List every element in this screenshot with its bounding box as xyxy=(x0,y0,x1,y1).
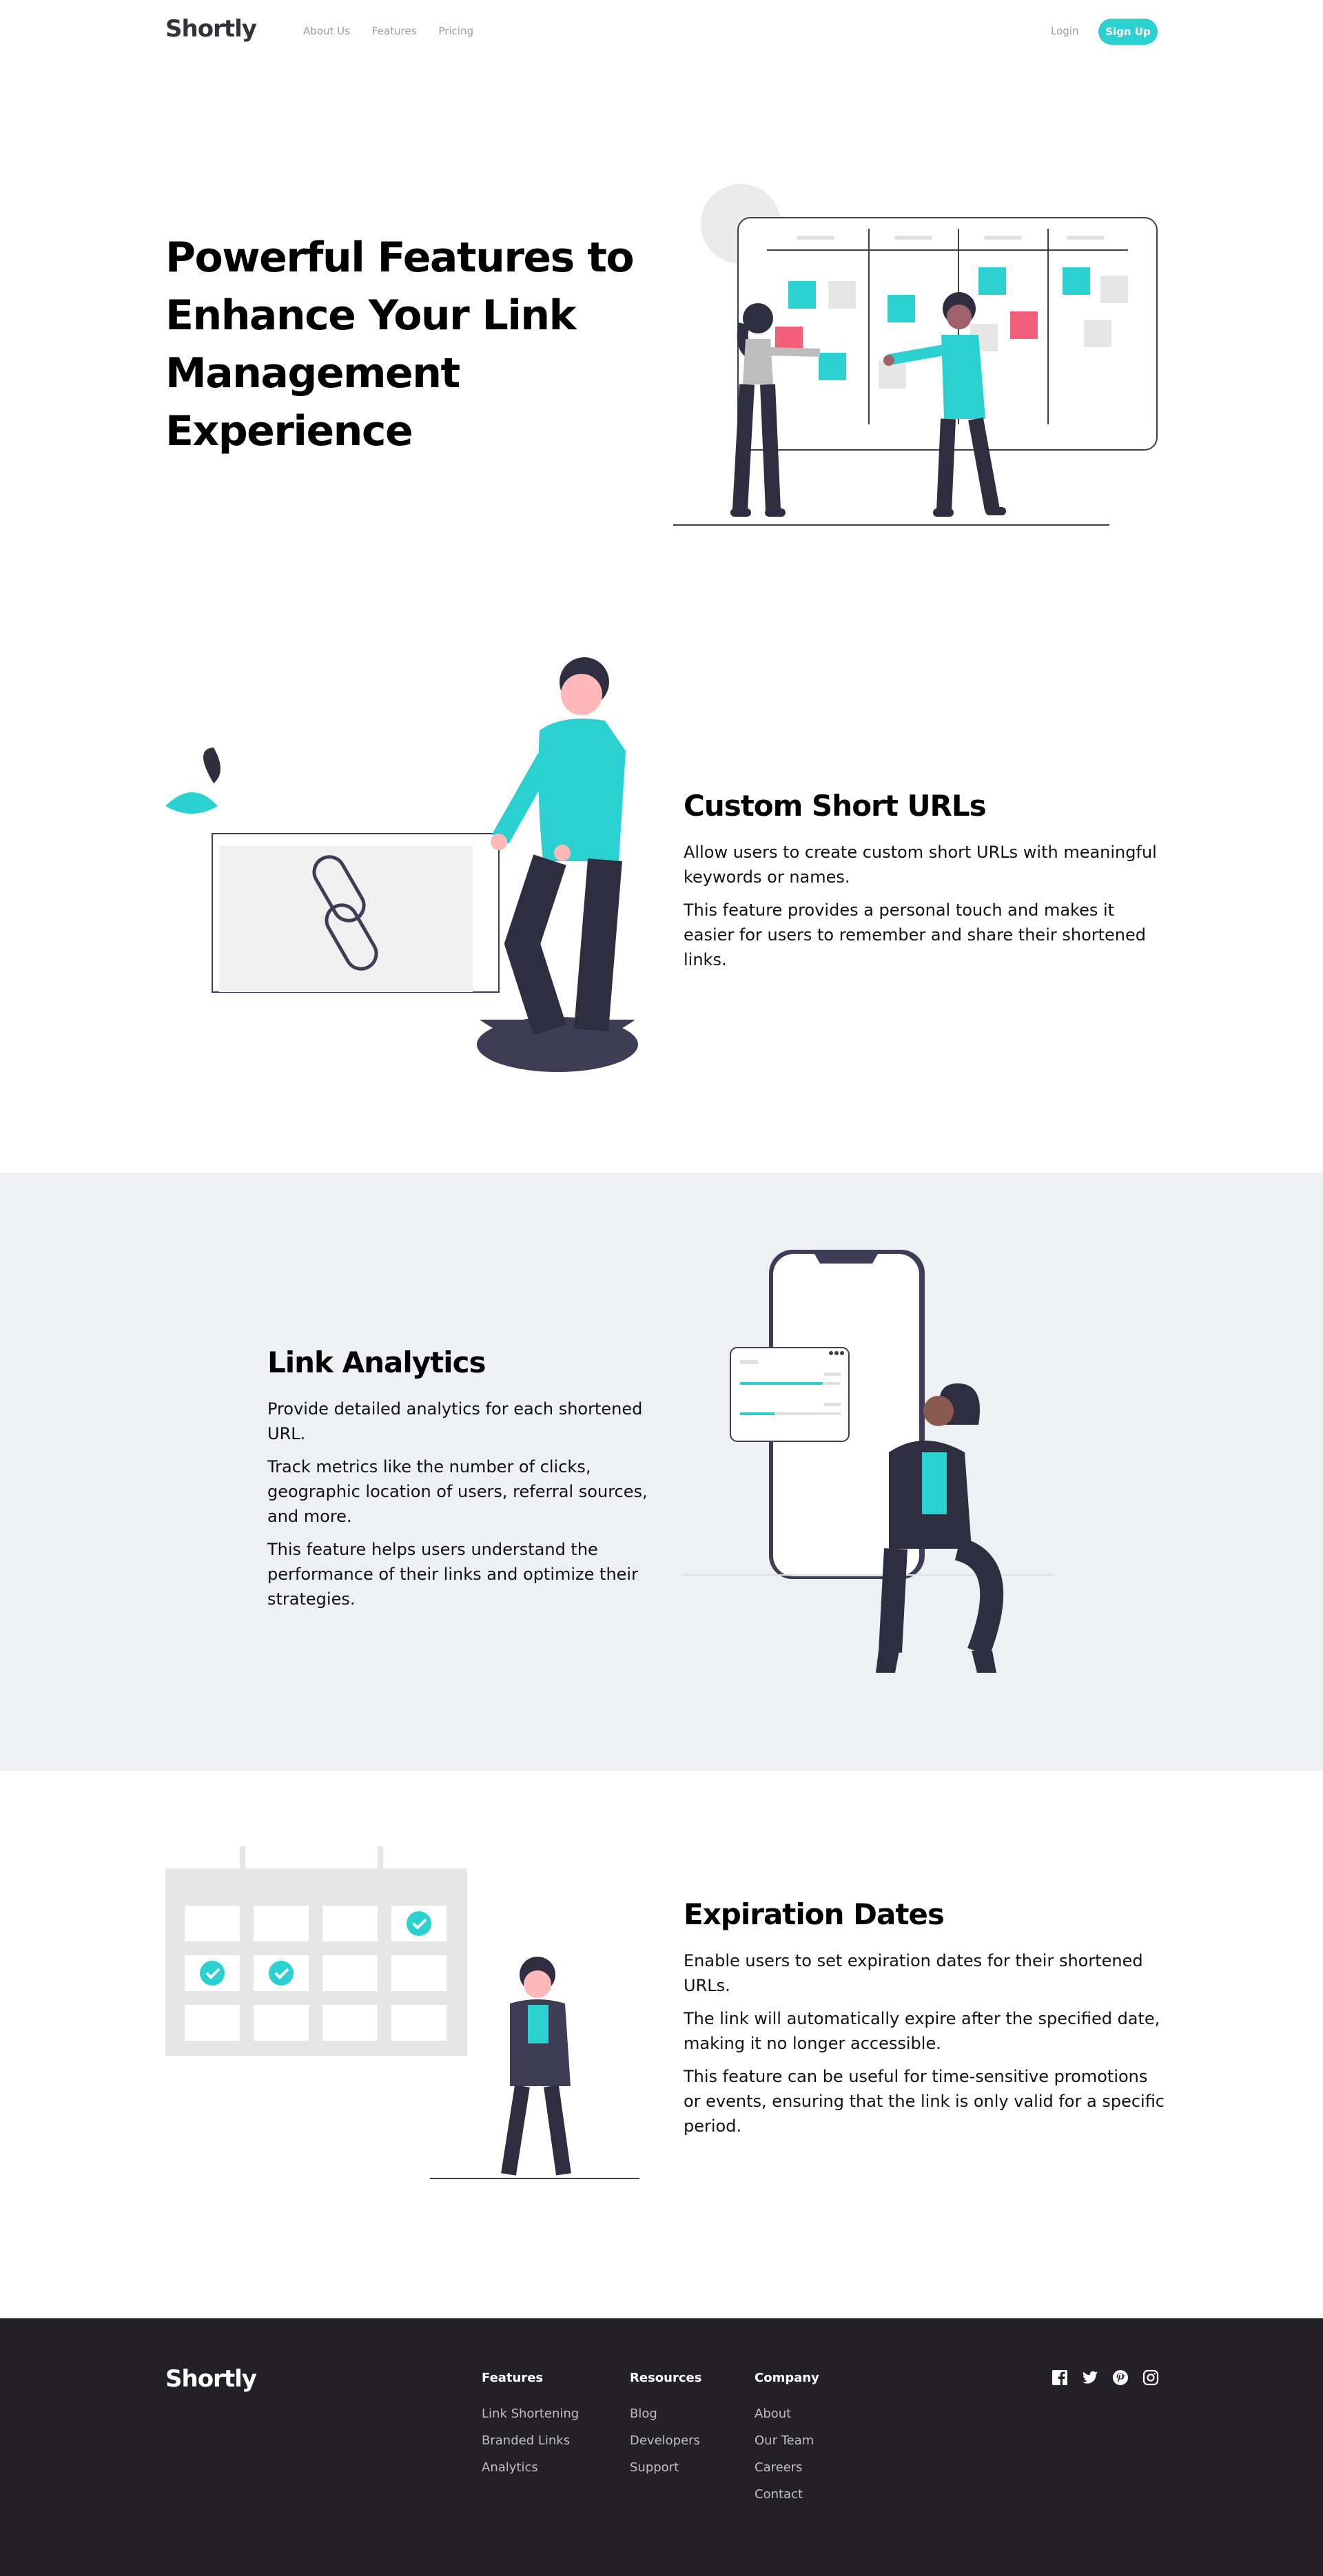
top-nav: Shortly About Us Features Pricing Login … xyxy=(0,0,1323,63)
feature-paragraph: Provide detailed analytics for each shor… xyxy=(267,1399,643,1443)
footer-link[interactable]: Branded Links xyxy=(482,2433,579,2460)
nav-link-about-us[interactable]: About Us xyxy=(303,25,350,37)
feature-title: Expiration Dates xyxy=(684,1897,945,1931)
nav-link-features[interactable]: Features xyxy=(372,25,417,37)
footer-column-heading: Company xyxy=(755,2371,819,2385)
logo[interactable]: Shortly xyxy=(165,15,257,43)
feature-paragraph: Allow users to create custom short URLs … xyxy=(684,843,1157,887)
feature-expiration-dates: Expiration Dates Enable users to set exp… xyxy=(684,1897,1166,2147)
pinterest-icon[interactable] xyxy=(1112,2369,1129,2386)
feature-title: Custom Short URLs xyxy=(684,789,987,823)
feature-custom-short-urls: Custom Short URLs Allow users to create … xyxy=(684,789,1166,980)
signup-button[interactable]: Sign Up xyxy=(1098,19,1158,45)
feature-paragraph: Track metrics like the number of clicks,… xyxy=(267,1457,648,1526)
footer-link[interactable]: Link Shortening xyxy=(482,2407,579,2433)
feature-title: Link Analytics xyxy=(267,1346,486,1379)
nav-link-pricing[interactable]: Pricing xyxy=(438,25,473,37)
footer-link[interactable]: Developers xyxy=(630,2433,701,2460)
footer-column-heading: Resources xyxy=(630,2371,702,2385)
social-links xyxy=(1052,2369,1159,2386)
login-link[interactable]: Login xyxy=(1051,25,1078,37)
hero-title: Powerful Features to Enhance Your Link M… xyxy=(165,234,635,455)
nav-links: About Us Features Pricing xyxy=(303,25,473,37)
footer-column-features: Features Link Shortening Branded Links A… xyxy=(482,2371,579,2487)
footer-link[interactable]: Contact xyxy=(755,2487,819,2514)
twitter-icon[interactable] xyxy=(1082,2369,1098,2386)
footer-link[interactable]: Blog xyxy=(630,2407,701,2433)
footer-link[interactable]: Our Team xyxy=(755,2433,819,2460)
footer: Shortly Features Link Shortening Branded… xyxy=(0,2318,1323,2576)
footer-link[interactable]: About xyxy=(755,2407,819,2433)
footer-column-heading: Features xyxy=(482,2371,544,2385)
footer-link[interactable]: Support xyxy=(630,2460,701,2487)
kanban-board-illustration xyxy=(673,184,1158,526)
footer-link[interactable]: Careers xyxy=(755,2460,819,2487)
phone-analytics-illustration xyxy=(682,1250,1054,1673)
footer-column-company: Company About Our Team Careers Contact xyxy=(755,2371,819,2514)
feature-paragraph: This feature helps users understand the … xyxy=(267,1540,638,1609)
feature-paragraph: This feature can be useful for time-sens… xyxy=(684,2067,1165,2136)
instagram-icon[interactable] xyxy=(1142,2369,1159,2386)
feature-paragraph: Enable users to set expiration dates for… xyxy=(684,1951,1143,1995)
footer-logo[interactable]: Shortly xyxy=(165,2365,257,2393)
feature-paragraph: This feature provides a personal touch a… xyxy=(684,900,1147,969)
facebook-icon[interactable] xyxy=(1052,2369,1068,2386)
calendar-illustration xyxy=(165,1846,639,2179)
footer-link[interactable]: Analytics xyxy=(482,2460,579,2487)
feature-link-analytics: Link Analytics Provide detailed analytic… xyxy=(267,1346,653,1620)
analytics-section-background xyxy=(0,1173,1323,1771)
footer-column-resources: Resources Blog Developers Support xyxy=(630,2371,701,2487)
custom-url-illustration xyxy=(165,657,638,1072)
feature-paragraph: The link will automatically expire after… xyxy=(684,2009,1160,2053)
